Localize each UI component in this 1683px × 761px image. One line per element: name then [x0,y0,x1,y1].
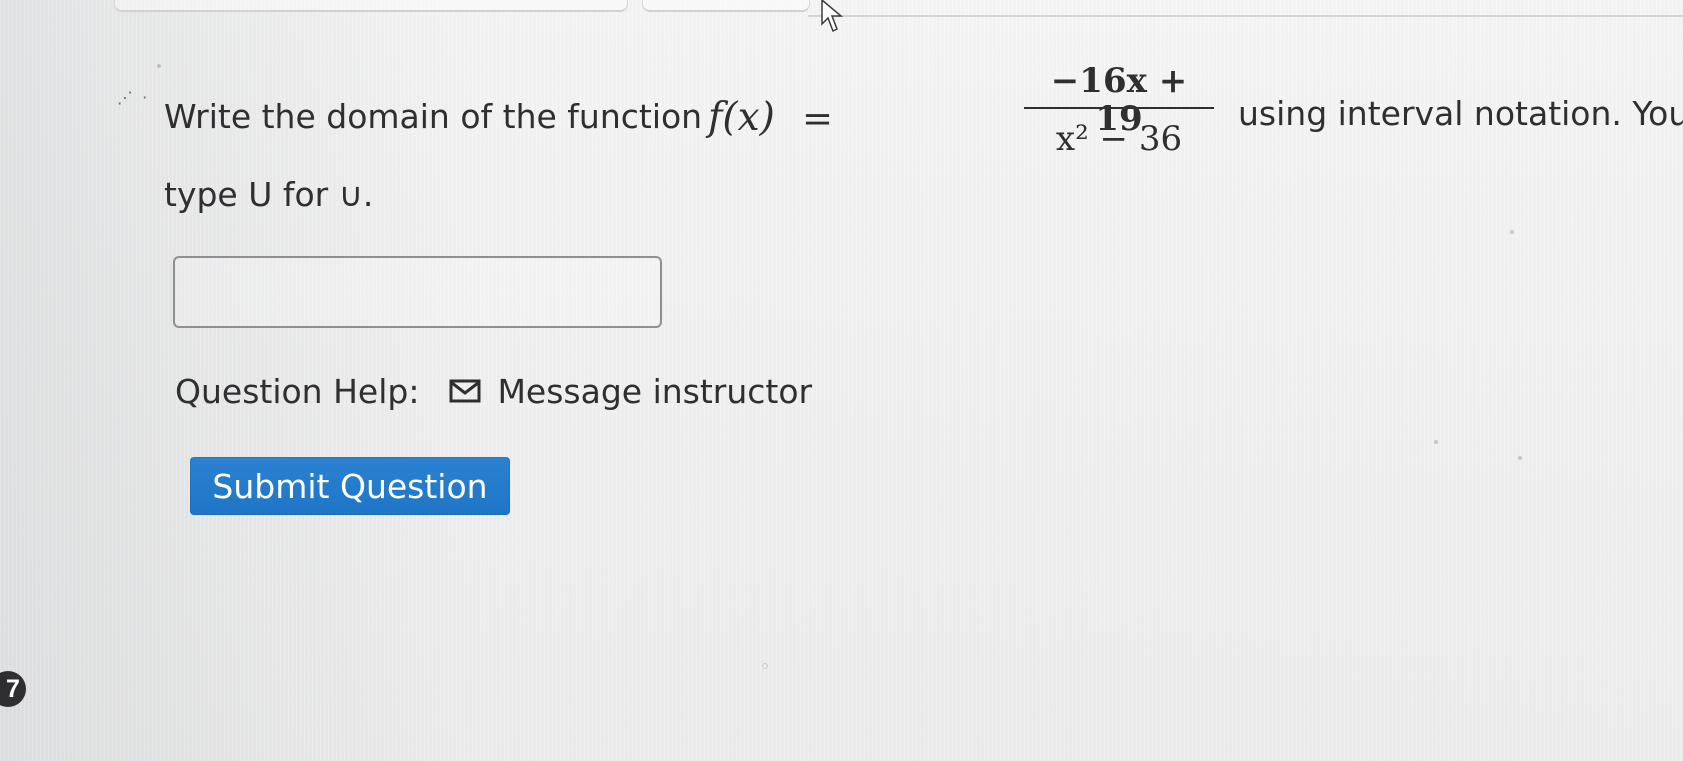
top-divider [808,15,1683,17]
question-suffix: using interval notation. You can [1238,94,1683,133]
fraction-bar [1024,107,1214,109]
message-instructor-label: Message instructor [497,371,813,411]
screen-speck [762,663,768,669]
screen-speck [157,64,161,68]
small-screen-mark: ⋰ · [117,88,150,107]
question-second-line: type U for ∪. [164,175,374,214]
screen-speck [1434,440,1438,444]
question-help-row: Question Help: Message instructor [175,370,812,412]
top-tab-left [114,0,628,12]
question-help-label: Question Help: [175,371,420,411]
mail-icon [449,379,481,403]
top-tab-right [642,0,810,12]
equals-sign: = [802,97,834,140]
top-browser-strip [0,0,1683,33]
message-instructor-link[interactable]: Message instructor [449,372,812,411]
question-block: Write the domain of the function f(x) = … [164,62,1683,222]
page-number-badge: 7 [0,671,26,707]
submit-question-button[interactable]: Submit Question [190,457,510,515]
function-fraction: −16x + 19 x² − 36 [1024,62,1214,164]
answer-input[interactable] [173,256,662,328]
function-name: f(x) [708,95,775,140]
screen-speck [1518,456,1522,460]
fraction-denominator: x² − 36 [1055,119,1183,159]
mouse-cursor-icon [821,0,844,33]
question-prefix: Write the domain of the function [164,97,703,136]
screen-speck [1510,230,1514,234]
